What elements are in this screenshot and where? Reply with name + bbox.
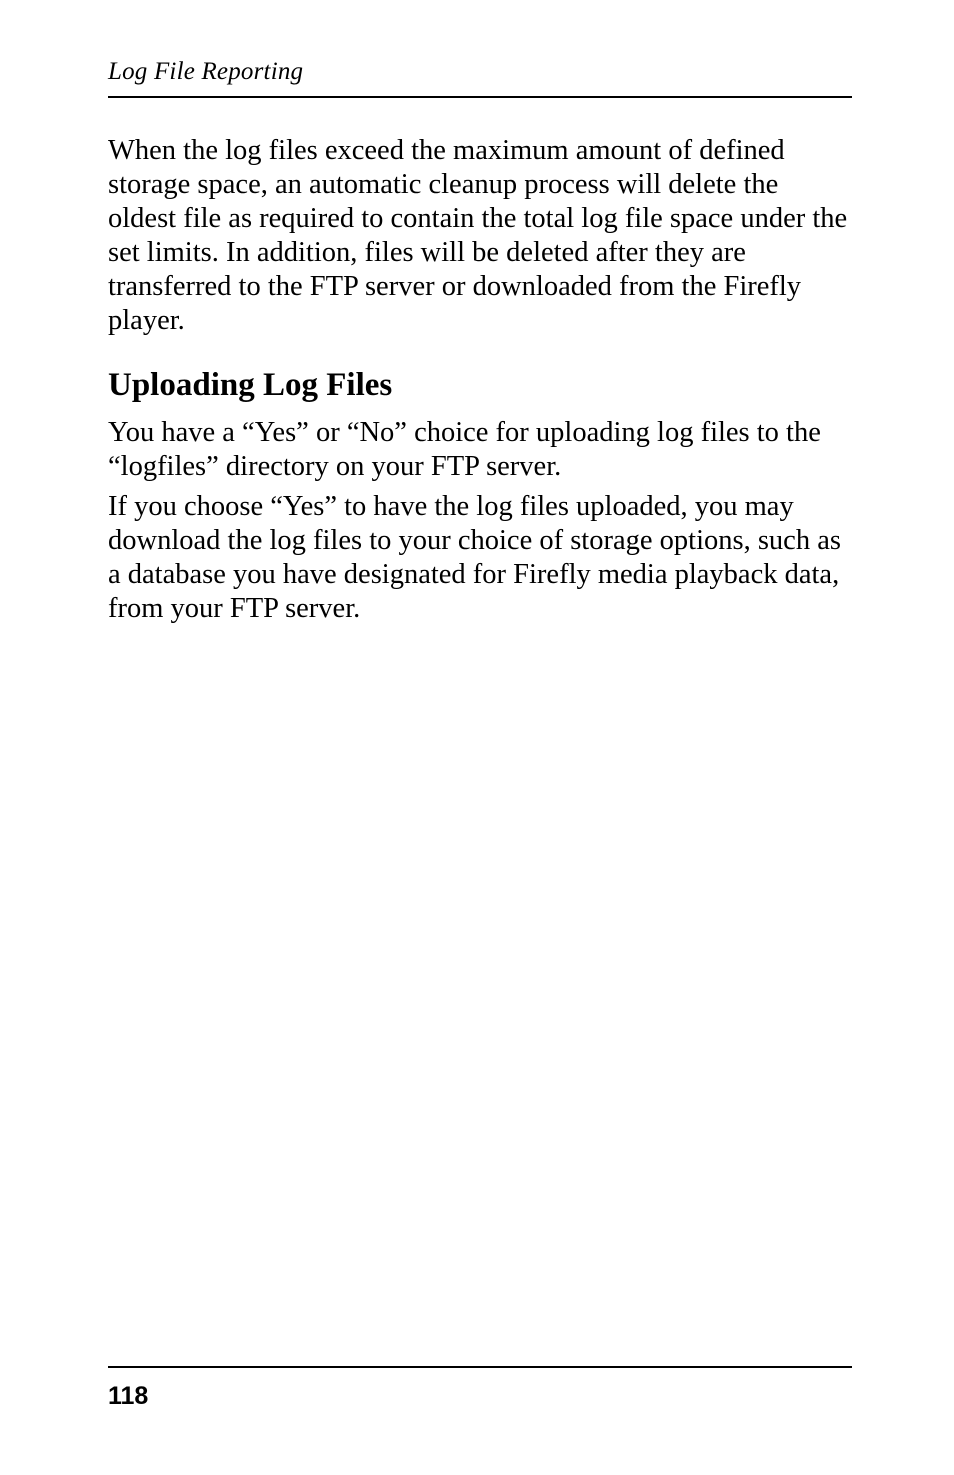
body-paragraph-3: If you choose “Yes” to have the log file…: [108, 490, 852, 626]
footer-rule: [108, 1366, 852, 1368]
section-heading-uploading-log-files: Uploading Log Files: [108, 367, 852, 404]
body-paragraph-2: You have a “Yes” or “No” choice for uplo…: [108, 416, 852, 484]
body-paragraph-1: When the log files exceed the maximum am…: [108, 134, 852, 337]
page-footer: 118: [108, 1366, 852, 1411]
running-header: Log File Reporting: [108, 58, 852, 86]
header-rule: [108, 96, 852, 98]
page: Log File Reporting When the log files ex…: [0, 0, 954, 1475]
page-number: 118: [108, 1382, 852, 1411]
